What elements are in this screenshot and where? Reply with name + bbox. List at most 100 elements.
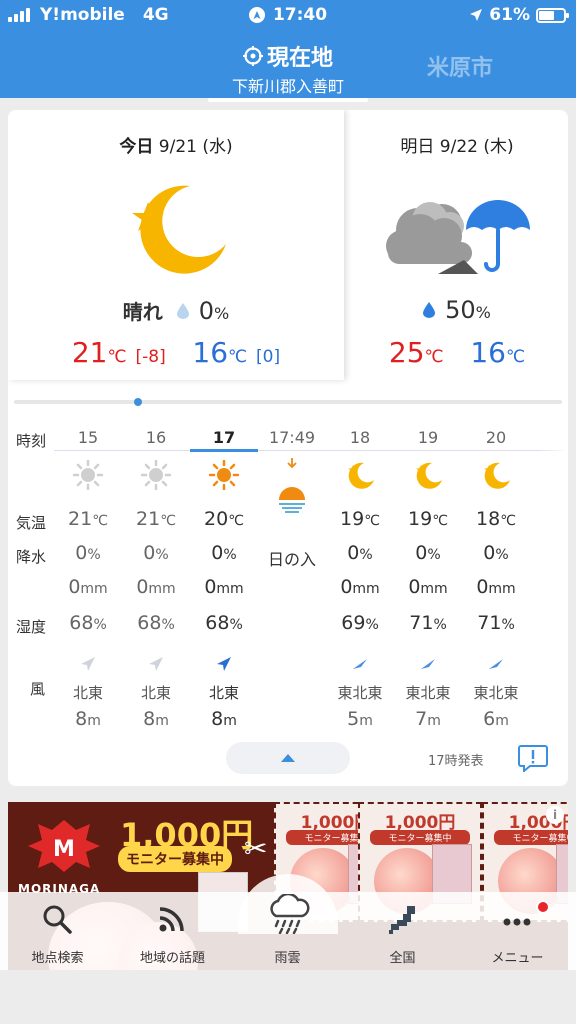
tab-current-title: 現在地	[266, 46, 333, 71]
search-icon	[43, 905, 72, 934]
tab-current-location[interactable]: 現在地 下新川郡入善町	[200, 40, 376, 102]
hour-label: 17:49	[268, 428, 316, 447]
hour-humidity: 69%	[341, 612, 379, 634]
ad-info-icon[interactable]: i	[546, 806, 564, 824]
hourly-scrollbar[interactable]	[14, 398, 562, 406]
sun-gray-icon	[140, 459, 172, 491]
hour-precip-amount: 0mm	[340, 576, 380, 598]
hour-label: 18	[349, 428, 371, 447]
rain-drop-icon	[176, 302, 189, 319]
rain-cloud-icon	[270, 894, 310, 934]
moon-icon	[481, 460, 511, 490]
hour-wind-direction: 東北東	[473, 684, 519, 702]
sunset-label: 日の入	[267, 550, 316, 569]
hourly-forecast-table[interactable]: 15 21℃ 0% 0mm 68% 北東 8m 16 21℃ 0% 0mm 68% 北東 8m 17 20℃ 0…	[54, 420, 568, 730]
hour-wind-direction: 東北東	[337, 684, 383, 702]
scissors-icon: ✂	[244, 832, 268, 865]
nav-nationwide[interactable]: 全国	[345, 892, 460, 970]
moon-star-icon	[132, 185, 226, 274]
hour-column: 19 19℃ 0% 0mm 71% 東北東 7m	[394, 420, 462, 730]
morinaga-angel-logo: M	[28, 820, 100, 872]
tomorrow-low-unit: ℃	[505, 347, 526, 367]
tomorrow-weather-row: 50%	[346, 296, 568, 324]
wind-direction-icon	[148, 656, 164, 672]
today-rain-chance: 0	[198, 296, 215, 325]
row-label-humidity: 湿度	[16, 618, 47, 636]
hour-wind-speed: 7m	[415, 708, 441, 730]
nav-topics[interactable]: 地域の話題	[115, 892, 230, 970]
today-label: 今日	[119, 137, 154, 157]
issued-time: 17時発表	[428, 754, 484, 769]
notification-badge	[536, 900, 550, 914]
moon-icon	[413, 460, 443, 490]
feedback-icon[interactable]	[518, 744, 548, 772]
hour-wind-speed: 8m	[75, 708, 101, 730]
collapse-button[interactable]	[226, 742, 350, 774]
hour-precip-amount: 0mm	[136, 576, 176, 598]
row-label-precip: 降水	[16, 548, 47, 566]
hour-wind-direction: 北東	[140, 684, 171, 702]
tomorrow-rain-chance: 50	[445, 296, 476, 324]
nav-label: 地点検索	[31, 951, 84, 966]
hour-column: 16 21℃ 0% 0mm 68% 北東 8m	[122, 420, 190, 730]
today-high-diff: [-8]	[135, 347, 166, 367]
coupon-text: モニター募集中	[494, 830, 568, 845]
row-label-time: 時刻	[16, 432, 47, 450]
hour-precip-amount: 0mm	[68, 576, 108, 598]
nav-search[interactable]: 地点検索	[0, 892, 115, 970]
tab-maibara[interactable]: 米原市	[410, 50, 510, 82]
nav-menu[interactable]: メニュー	[460, 892, 575, 970]
hour-temp: 19℃	[408, 508, 448, 530]
nav-rain-radar[interactable]: 雨雲	[230, 892, 345, 970]
hour-wind-direction: 北東	[72, 684, 103, 702]
clock: 17:40	[272, 5, 328, 25]
ad-monitor-text: モニター募集中	[118, 846, 232, 872]
battery-percent: 61%	[489, 5, 530, 25]
hour-column: 17:49 日の入	[258, 420, 326, 730]
crosshair-icon	[242, 46, 263, 66]
sun-gray-icon	[72, 459, 104, 491]
today-date-label: 今日 9/21 (水)	[8, 132, 344, 157]
sun-orange-icon	[208, 459, 240, 491]
cloud-umbrella-icon	[386, 200, 530, 274]
moon-icon	[345, 460, 375, 490]
hourly-fade	[538, 420, 568, 730]
hour-wind-direction: 北東	[208, 684, 239, 702]
nav-label: 地域の話題	[139, 951, 205, 966]
row-label-wind: 風	[30, 680, 46, 698]
hour-temp: 21℃	[136, 508, 176, 530]
today-low: 16	[192, 336, 229, 369]
rain-drop-icon	[423, 302, 436, 318]
hour-temp: 21℃	[68, 508, 108, 530]
nav-label: メニュー	[491, 951, 544, 966]
hour-precip-chance: 0%	[75, 542, 101, 564]
today-weather-row: 晴れ 0%	[8, 296, 344, 325]
tomorrow-panel[interactable]: 明日 9/22 (木) 50% 25℃ 16℃	[346, 110, 568, 380]
hour-wind-speed: 8m	[211, 708, 237, 730]
hour-temp: 19℃	[340, 508, 380, 530]
hour-precip-chance: 0%	[483, 542, 509, 564]
tomorrow-rain-unit: %	[475, 303, 491, 322]
chevron-up-icon	[281, 754, 295, 762]
hour-column: 17 20℃ 0% 0mm 68% 北東 8m	[190, 420, 258, 730]
nav-label: 全国	[389, 951, 416, 966]
hour-wind-direction: 東北東	[405, 684, 451, 702]
active-hour-indicator	[190, 449, 258, 452]
status-bar: Y!mobile 4G 17:40 61%	[0, 0, 576, 32]
nav-label: 雨雲	[274, 951, 301, 966]
rss-icon	[159, 907, 184, 932]
hour-label: 17	[212, 428, 236, 447]
hour-column: 18 19℃ 0% 0mm 69% 東北東 5m	[326, 420, 394, 730]
hour-precip-chance: 0%	[347, 542, 373, 564]
wind-direction-icon	[216, 656, 232, 672]
today-panel[interactable]: 今日 9/21 (水) 晴れ 0% 21℃ [-8] 16℃ [0]	[8, 110, 344, 380]
hour-precip-amount: 0mm	[476, 576, 516, 598]
hour-precip-chance: 0%	[143, 542, 169, 564]
today-temp-row: 21℃ [-8] 16℃ [0]	[8, 336, 344, 369]
today-weather-text: 晴れ	[122, 300, 163, 324]
wind-direction-icon	[420, 656, 436, 672]
tomorrow-low: 16	[470, 336, 506, 369]
hour-precip-chance: 0%	[415, 542, 441, 564]
tab-current-subtitle: 下新川郡入善町	[231, 77, 344, 96]
scroll-thumb[interactable]	[134, 398, 142, 406]
